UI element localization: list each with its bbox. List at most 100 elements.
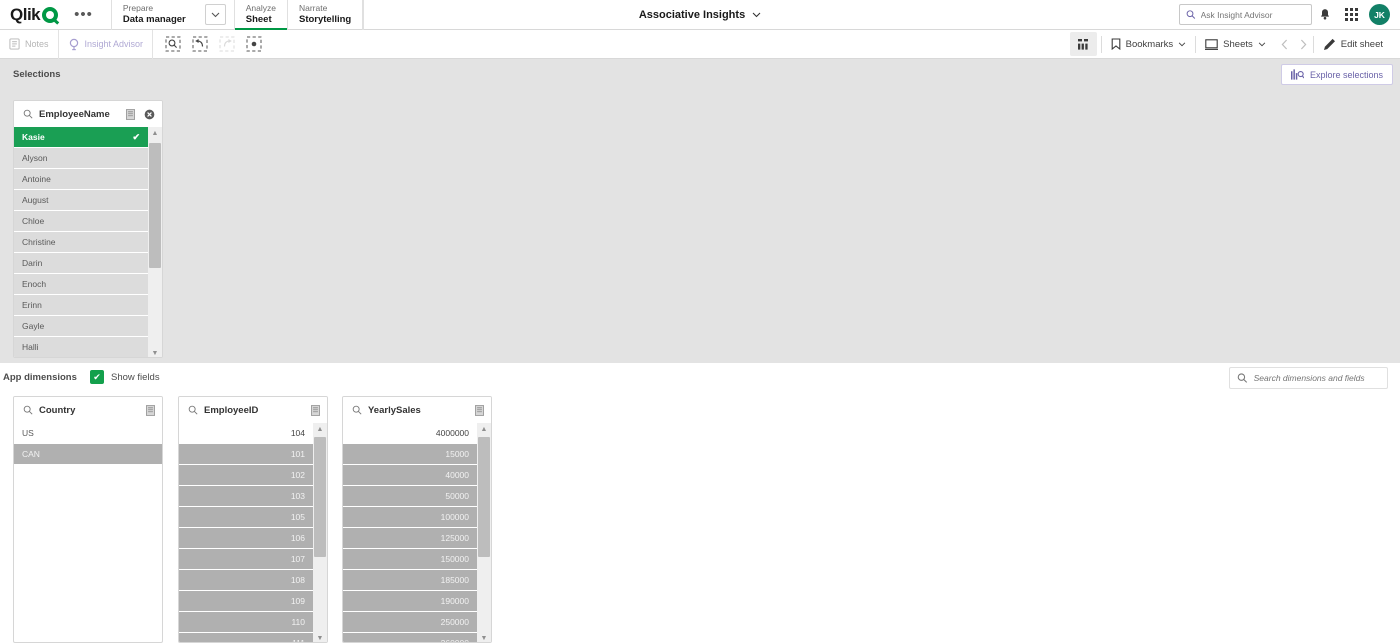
app-title-chevron-down-icon[interactable] <box>752 12 761 18</box>
scroll-down-arrow-icon[interactable]: ▼ <box>313 632 327 642</box>
app-title[interactable]: Associative Insights <box>639 9 745 21</box>
value-row[interactable]: CAN <box>14 444 162 465</box>
previous-sheet-button[interactable] <box>1275 32 1294 56</box>
search-input[interactable] <box>1200 9 1305 20</box>
value-row[interactable]: 107 <box>179 549 313 570</box>
value-row[interactable]: Chloe <box>14 211 148 232</box>
dimension-search-box[interactable] <box>1229 367 1388 389</box>
scroll-up-arrow-icon[interactable]: ▲ <box>477 423 491 435</box>
overflow-menu-button[interactable]: ••• <box>70 3 97 26</box>
app-launcher-button[interactable] <box>1338 2 1364 28</box>
scroll-down-arrow-icon[interactable]: ▼ <box>148 347 162 357</box>
value-label: Chloe <box>22 216 45 226</box>
value-row[interactable]: 111 <box>179 633 313 642</box>
scrollbar-track[interactable] <box>148 139 162 347</box>
value-row[interactable]: 150000 <box>343 549 477 570</box>
search-icon[interactable] <box>23 405 33 415</box>
top-navigation-bar: Qlik ••• Prepare Data manager Analyze Sh… <box>0 0 1400 30</box>
show-fields-toggle[interactable]: ✔ Show fields <box>90 370 160 384</box>
scrollbar-track[interactable] <box>477 435 491 632</box>
next-sheet-button[interactable] <box>1294 32 1313 56</box>
notes-button[interactable]: Notes <box>0 30 58 59</box>
scroll-up-arrow-icon[interactable]: ▲ <box>313 423 327 435</box>
value-row[interactable]: 190000 <box>343 591 477 612</box>
nav-narrate-storytelling[interactable]: Narrate Storytelling <box>286 0 362 30</box>
value-row[interactable]: 109 <box>179 591 313 612</box>
value-row[interactable]: 103 <box>179 486 313 507</box>
value-label: US <box>22 428 34 438</box>
value-row[interactable]: 100000 <box>343 507 477 528</box>
value-rows-yearlysales: 4000000 15000 40000 50000 100000 125000 150000… <box>343 423 477 642</box>
value-row[interactable]: 40000 <box>343 465 477 486</box>
value-label: 15000 <box>445 449 469 459</box>
search-icon <box>23 109 33 119</box>
value-row[interactable]: 260000 <box>343 633 477 642</box>
list-view-icon[interactable] <box>475 404 484 416</box>
show-fields-label: Show fields <box>111 371 160 383</box>
scrollbar-employeeid[interactable]: ▲ ▼ <box>313 423 327 642</box>
insight-advisor-button[interactable]: Insight Advisor <box>57 29 154 59</box>
dimension-search-input[interactable] <box>1253 373 1380 383</box>
sheets-label: Sheets <box>1223 38 1253 50</box>
value-row[interactable]: 110 <box>179 612 313 633</box>
search-icon[interactable] <box>188 405 198 415</box>
value-row[interactable]: 125000 <box>343 528 477 549</box>
notifications-button[interactable] <box>1312 2 1338 28</box>
list-view-icon[interactable] <box>146 404 155 416</box>
scrollbar-employeename[interactable]: ▲ ▼ <box>148 127 162 357</box>
search-icon[interactable] <box>352 405 362 415</box>
selection-search-tool-button[interactable] <box>161 33 185 55</box>
list-view-icon[interactable] <box>311 404 320 416</box>
value-row[interactable]: 104 <box>179 423 313 444</box>
value-row[interactable]: Enoch <box>14 274 148 295</box>
show-fields-checkbox[interactable]: ✔ <box>90 370 104 384</box>
scrollbar-thumb[interactable] <box>149 143 161 268</box>
value-row[interactable]: Darin <box>14 253 148 274</box>
scroll-down-arrow-icon[interactable]: ▼ <box>477 632 491 642</box>
value-row[interactable]: 250000 <box>343 612 477 633</box>
bookmarks-button[interactable]: Bookmarks <box>1102 30 1196 59</box>
value-row[interactable]: Halli <box>14 337 148 357</box>
sheets-button[interactable]: Sheets <box>1196 30 1275 59</box>
value-row[interactable]: 185000 <box>343 570 477 591</box>
value-label: 100000 <box>440 512 469 522</box>
scrollbar-thumb[interactable] <box>314 437 326 557</box>
scrollbar-track[interactable] <box>313 435 327 632</box>
value-row[interactable]: Christine <box>14 232 148 253</box>
edit-sheet-button[interactable]: Edit sheet <box>1314 30 1392 59</box>
value-row[interactable]: US <box>14 423 162 444</box>
insight-advisor-search[interactable] <box>1179 4 1312 25</box>
explore-selections-button[interactable]: Explore selections <box>1280 64 1393 85</box>
value-row[interactable]: Gayle <box>14 316 148 337</box>
value-row[interactable]: Kasie ✔ <box>14 127 148 148</box>
field-panel-country: Country US CAN <box>13 396 163 643</box>
nav-prepare-data-manager[interactable]: Prepare Data manager <box>110 0 197 30</box>
clear-selections-tool-button[interactable] <box>242 33 266 55</box>
value-row[interactable]: 105 <box>179 507 313 528</box>
value-row[interactable]: Antoine <box>14 169 148 190</box>
value-row[interactable]: 108 <box>179 570 313 591</box>
step-back-tool-button[interactable] <box>188 33 212 55</box>
scrollbar-yearlysales[interactable]: ▲ ▼ <box>477 423 491 642</box>
bookmarks-label: Bookmarks <box>1125 38 1174 50</box>
value-row[interactable]: 15000 <box>343 444 477 465</box>
nav-dropdown-button[interactable] <box>204 4 226 25</box>
value-row[interactable]: Alyson <box>14 148 148 169</box>
value-row[interactable]: Erinn <box>14 295 148 316</box>
value-rows-employeename: Kasie ✔ Alyson Antoine August Chloe Christine D… <box>14 127 148 357</box>
value-row[interactable]: 101 <box>179 444 313 465</box>
search-selection-icon <box>165 36 181 52</box>
sheet-grid-view-button[interactable] <box>1069 32 1097 56</box>
value-row[interactable]: August <box>14 190 148 211</box>
value-row[interactable]: 50000 <box>343 486 477 507</box>
nav-title-storytelling: Storytelling <box>298 13 352 25</box>
value-row[interactable]: 102 <box>179 465 313 486</box>
value-row[interactable]: 106 <box>179 528 313 549</box>
user-avatar[interactable]: JK <box>1369 4 1390 25</box>
qlik-logo[interactable]: Qlik <box>10 6 59 23</box>
scrollbar-thumb[interactable] <box>478 437 490 557</box>
explore-selections-icon <box>1290 69 1304 80</box>
nav-analyze-sheet[interactable]: Analyze Sheet <box>233 0 288 30</box>
value-row[interactable]: 4000000 <box>343 423 477 444</box>
scroll-up-arrow-icon[interactable]: ▲ <box>148 127 162 139</box>
